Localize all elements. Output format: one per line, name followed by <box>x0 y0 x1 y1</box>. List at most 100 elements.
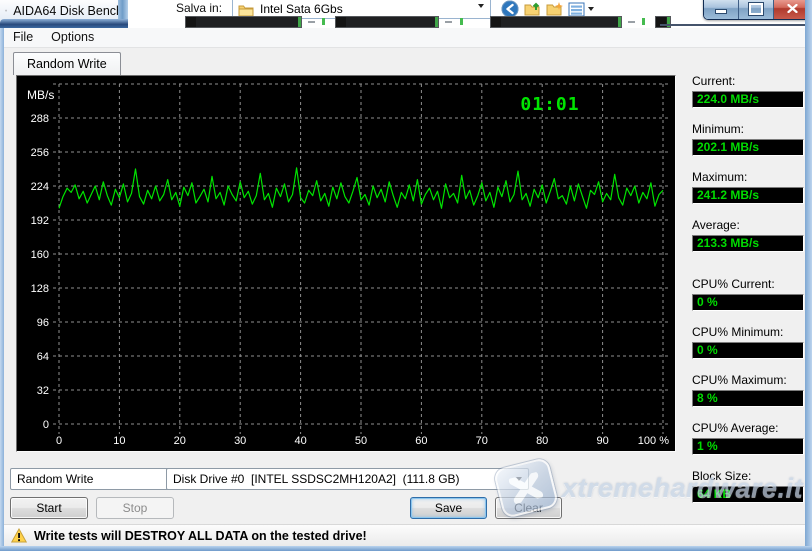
x-tick-label: 0 <box>56 435 62 447</box>
chart-ticks: 288 256 224 192 160 128 96 64 32 00 10 20 30 40 50 60 70… <box>31 113 670 447</box>
y-tick-label: 224 <box>31 181 49 193</box>
minimize-icon <box>715 9 727 14</box>
stop-button[interactable]: Stop <box>96 497 174 519</box>
chevron-down-icon <box>516 477 522 481</box>
stat-cpu-average: CPU% Average: 1 % <box>692 421 804 455</box>
warning-text: Write tests will DESTROY ALL DATA on the… <box>34 528 367 543</box>
maximize-icon <box>748 1 764 16</box>
y-tick-label: 256 <box>31 147 49 159</box>
y-tick-label: 0 <box>43 419 49 431</box>
benchmark-chart-svg: 288 256 224 192 160 128 96 64 32 00 10 20 30 40 50 60 70… <box>27 83 670 447</box>
stat-label: CPU% Minimum: <box>692 325 784 339</box>
stat-label: Average: <box>692 218 740 232</box>
menu-options[interactable]: Options <box>42 28 103 47</box>
views-caret-icon[interactable] <box>588 7 594 11</box>
disk-icon <box>5 9 8 12</box>
y-tick-label: 192 <box>31 215 49 227</box>
stat-label: Maximum: <box>692 170 748 184</box>
stat-label: Current: <box>692 74 736 88</box>
minimize-button[interactable] <box>704 0 739 19</box>
y-tick-label: 160 <box>31 249 49 261</box>
stat-label: Block Size: <box>692 469 752 483</box>
x-tick-label: 60 <box>415 435 427 447</box>
screen: AIDA64 Disk Bench Salva in: Intel Sata 6… <box>0 0 812 551</box>
menu-file[interactable]: File <box>4 28 42 47</box>
app-title-text: AIDA64 Disk Bench <box>13 3 123 18</box>
stat-cpu-minimum: CPU% Minimum: 0 % <box>692 325 804 359</box>
disk-drive-value: Disk Drive #0 [INTEL SSDSC2MH120A2] (111… <box>173 472 460 486</box>
new-folder-icon <box>546 2 563 16</box>
maximize-button[interactable] <box>739 0 774 19</box>
window-top-edge <box>660 24 806 26</box>
stat-cpu-current: CPU% Current: 0 % <box>692 277 804 311</box>
y-tick-label: 128 <box>31 283 49 295</box>
x-tick-label: 90 <box>596 435 608 447</box>
stat-cpu-maximum: CPU% Maximum: 8 % <box>692 373 804 407</box>
test-type-value: Random Write <box>17 472 94 486</box>
elapsed-time: 01:01 <box>520 94 579 115</box>
up-folder-icon <box>524 2 539 16</box>
file-list-thumbnails <box>130 16 671 28</box>
stat-value: 8 % <box>692 390 804 407</box>
chart-panel: 288 256 224 192 160 128 96 64 32 0 0 10 20 30 40 50 60 70… <box>16 75 676 452</box>
close-icon <box>786 4 798 13</box>
file-list-mark <box>445 21 452 23</box>
file-thumbnail[interactable] <box>335 16 439 28</box>
y-tick-label: 64 <box>37 351 49 363</box>
clear-button[interactable]: Clear <box>495 497 562 519</box>
y-tick-label: 96 <box>37 317 49 329</box>
stat-block-size: Block Size: 64 KB <box>692 469 804 503</box>
x-tick-label: 100 % <box>638 435 669 447</box>
file-list-mark <box>460 18 463 25</box>
x-tick-label: 10 <box>113 435 125 447</box>
app-titlebar: AIDA64 Disk Bench <box>0 0 123 21</box>
file-list-mark <box>308 21 315 23</box>
tab-random-write[interactable]: Random Write <box>13 52 121 75</box>
stat-value: 1 % <box>692 438 804 455</box>
menu-bar: File Options <box>4 28 805 48</box>
x-tick-label: 30 <box>234 435 246 447</box>
views-icon <box>568 2 585 16</box>
y-axis-unit: MB/s <box>27 88 54 102</box>
save-button[interactable]: Save <box>410 497 487 519</box>
x-tick-label: 70 <box>476 435 488 447</box>
stat-value: 0 % <box>692 342 804 359</box>
chevron-down-icon <box>478 4 484 8</box>
window-controls <box>703 0 811 20</box>
y-tick-label: 32 <box>37 385 49 397</box>
file-list-mark <box>628 21 635 23</box>
stat-value: 224.0 MB/s <box>692 91 804 108</box>
x-tick-label: 20 <box>174 435 186 447</box>
stat-value: 64 KB <box>692 486 804 503</box>
disk-drive-combobox[interactable]: Disk Drive #0 [INTEL SSDSC2MH120A2] (111… <box>166 468 529 490</box>
x-tick-label: 80 <box>536 435 548 447</box>
stat-current: Current: 224.0 MB/s <box>692 74 804 108</box>
stat-value: 0 % <box>692 294 804 311</box>
stat-value: 202.1 MB/s <box>692 139 804 156</box>
file-thumbnail[interactable] <box>185 16 302 28</box>
window-top-border <box>0 19 128 28</box>
stat-average: Average: 213.3 MB/s <box>692 218 804 252</box>
file-list-mark <box>642 18 645 25</box>
x-tick-label: 40 <box>294 435 306 447</box>
stat-label: CPU% Maximum: <box>692 373 787 387</box>
start-button[interactable]: Start <box>10 497 88 519</box>
stat-label: CPU% Current: <box>692 277 775 291</box>
file-thumbnail[interactable] <box>655 16 671 28</box>
stat-value: 213.3 MB/s <box>692 235 804 252</box>
window-left-border <box>0 28 4 551</box>
stat-maximum: Maximum: 241.2 MB/s <box>692 170 804 204</box>
benchmark-window: File Options Random Write 288 256 224 192 16… <box>0 28 812 551</box>
y-tick-label: 288 <box>31 113 49 125</box>
x-tick-label: 50 <box>355 435 367 447</box>
file-thumbnail[interactable] <box>490 16 622 28</box>
stat-label: Minimum: <box>692 122 745 136</box>
test-type-combobox[interactable]: Random Write <box>10 468 186 490</box>
stat-value: 241.2 MB/s <box>692 187 804 204</box>
window-right-border <box>805 0 812 551</box>
window-bottom-border <box>0 546 812 551</box>
save-in-label: Salva in: <box>176 1 223 15</box>
stat-minimum: Minimum: 202.1 MB/s <box>692 122 804 156</box>
file-list-mark <box>322 18 325 25</box>
warning-icon <box>11 528 27 543</box>
